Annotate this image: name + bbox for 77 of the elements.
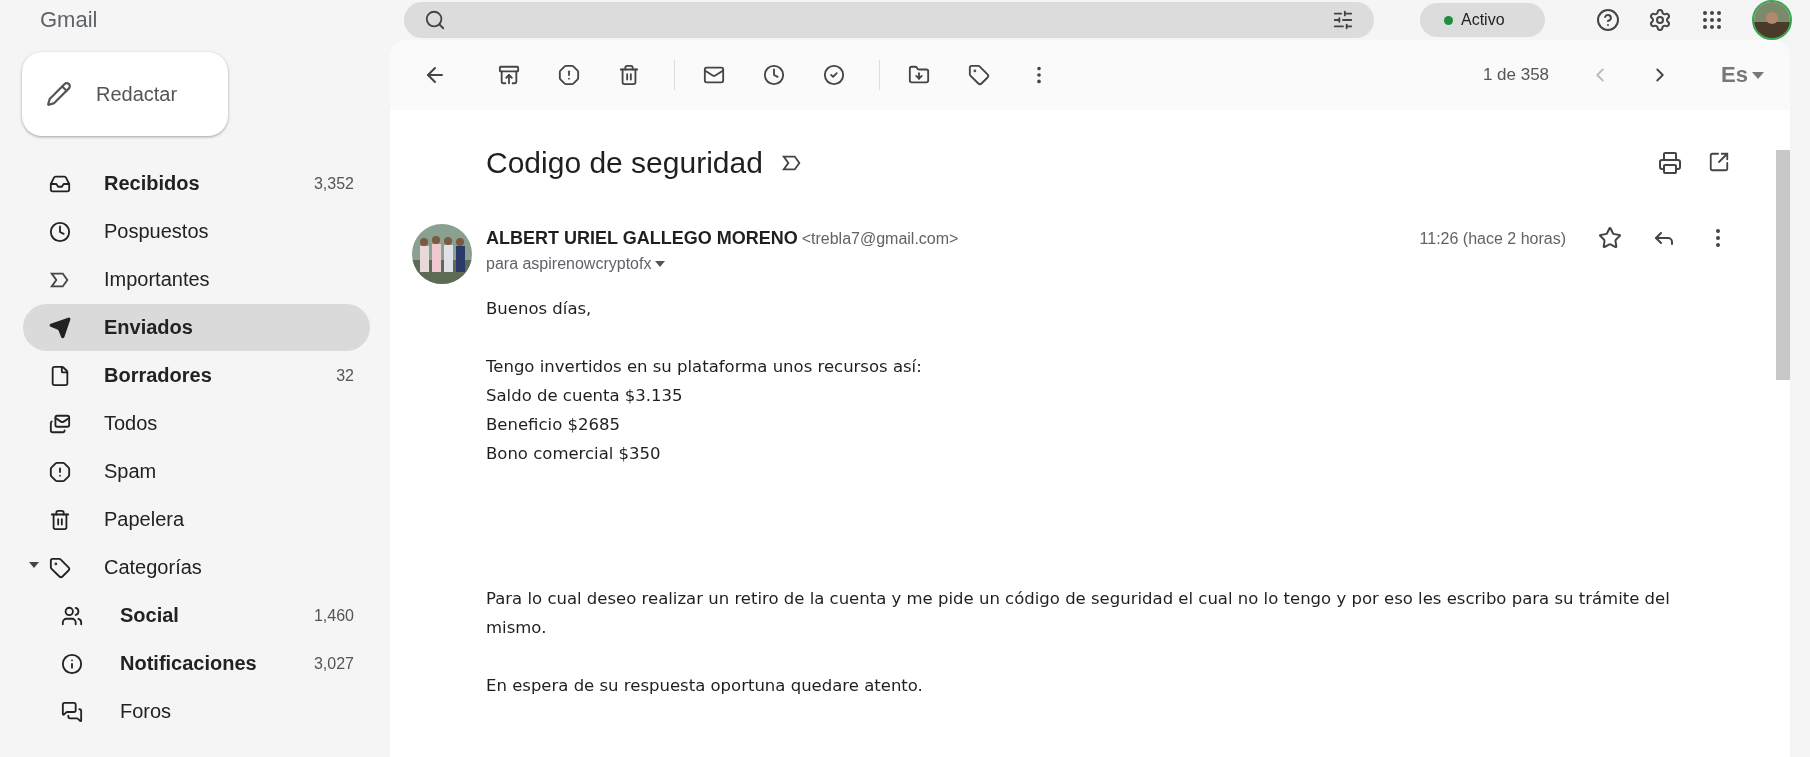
- item-label: Todos: [104, 412, 158, 435]
- spam-icon[interactable]: [558, 64, 580, 86]
- caret-icon: [1752, 71, 1764, 79]
- email-subject: Codigo de seguridad: [486, 146, 763, 180]
- item-label: Importantes: [104, 268, 210, 291]
- sender-address: <trebla7@gmail.com>: [801, 230, 959, 247]
- check-circle-icon[interactable]: [823, 64, 845, 86]
- item-count: 3,352: [313, 174, 354, 193]
- item-label: Borradores: [104, 364, 212, 387]
- message-text: En espera de su respuesta oportuna quedare atento.: [486, 675, 924, 697]
- email-time: 11:26 (hace 2 horas): [1419, 230, 1566, 249]
- print-icon[interactable]: [1658, 151, 1682, 175]
- info-icon: [61, 652, 83, 675]
- message-text: Buenos días,: [486, 298, 593, 320]
- search-icon[interactable]: [424, 9, 446, 31]
- trash-icon[interactable]: [618, 64, 640, 86]
- item-label: Categorías: [104, 556, 202, 579]
- message-text: Bono comercial $350: [486, 443, 662, 465]
- envelope-icon[interactable]: [703, 64, 725, 86]
- message-text: Tengo invertidos en su plataforma unos recursos así:: [486, 356, 923, 378]
- chat-icon: [61, 700, 83, 723]
- compose-button[interactable]: Redactar: [22, 52, 228, 136]
- pencil-icon: [46, 81, 72, 107]
- item-label: Pospuestos: [104, 220, 209, 243]
- folder-down-icon[interactable]: [908, 64, 930, 86]
- sidebar-item[interactable]: Notificaciones 3,027: [23, 640, 370, 687]
- status-button[interactable]: Activo: [1420, 3, 1545, 37]
- sidebar-item[interactable]: Papelera: [23, 496, 370, 543]
- pager-text: 1 de 358: [1482, 65, 1550, 85]
- sidebar-item[interactable]: Foros: [23, 688, 370, 735]
- item-count: 3,027: [313, 654, 354, 673]
- clock-icon: [49, 220, 71, 243]
- apps-icon[interactable]: [1700, 8, 1724, 32]
- item-label: Enviados: [104, 316, 193, 339]
- caret-icon[interactable]: [29, 562, 39, 568]
- message-text: Para lo cual deseo realizar un retiro de la cuenta y me pide un código de seguridad el cual no lo tengo y por eso les escribo para su trámite del mismo.: [486, 588, 1671, 639]
- sidebar-item[interactable]: Importantes: [23, 256, 370, 303]
- item-count: 32: [336, 366, 354, 385]
- alert-icon: [49, 460, 71, 483]
- tag-icon[interactable]: [968, 64, 990, 86]
- help-icon[interactable]: [1596, 8, 1620, 32]
- sidebar-item[interactable]: Categorías: [23, 544, 370, 591]
- sidebar-item[interactable]: Borradores 32: [23, 352, 370, 399]
- sender-name: ALBERT URIEL GALLEGO MORENO: [486, 228, 798, 248]
- item-label: Notificaciones: [120, 652, 257, 675]
- sidebar-item[interactable]: Recibidos 3,352: [23, 160, 370, 207]
- input-tools-button[interactable]: Es: [1715, 61, 1770, 89]
- file-icon: [49, 364, 71, 387]
- clock-icon[interactable]: [763, 64, 785, 86]
- open-window-icon[interactable]: [1708, 151, 1730, 173]
- item-label: Recibidos: [104, 172, 200, 195]
- settings-icon[interactable]: [1648, 8, 1672, 32]
- scrollbar[interactable]: [1776, 150, 1790, 380]
- sidebar-item[interactable]: Todos: [23, 400, 370, 447]
- archive-icon[interactable]: [498, 64, 520, 86]
- filter-icon[interactable]: [1332, 9, 1354, 31]
- sidebar-item[interactable]: Spam: [23, 448, 370, 495]
- sidebar-item[interactable]: Enviados: [23, 304, 370, 351]
- star-icon[interactable]: [1598, 226, 1622, 250]
- search-field[interactable]: [404, 2, 1374, 38]
- sidebar-item[interactable]: Social 1,460: [23, 592, 370, 639]
- tag-icon: [49, 556, 71, 579]
- item-label: Spam: [104, 460, 157, 483]
- people-icon: [61, 604, 83, 627]
- sidebar-item[interactable]: Pospuestos: [23, 208, 370, 255]
- item-count: 1,460: [313, 606, 354, 625]
- send-icon: [49, 316, 71, 339]
- item-label: Foros: [120, 700, 172, 723]
- recipient-toggle[interactable]: para aspirenowcryptofx: [486, 255, 1420, 273]
- message-text: Saldo de cuenta $3.135: [486, 385, 684, 407]
- app-logo[interactable]: Gmail: [40, 7, 340, 33]
- mails-icon: [49, 412, 71, 435]
- message-text: Beneficio $2685: [486, 414, 621, 436]
- item-label: Papelera: [104, 508, 185, 531]
- item-label: Social: [120, 604, 179, 627]
- trash-icon: [49, 508, 71, 531]
- caret-icon: [655, 261, 666, 267]
